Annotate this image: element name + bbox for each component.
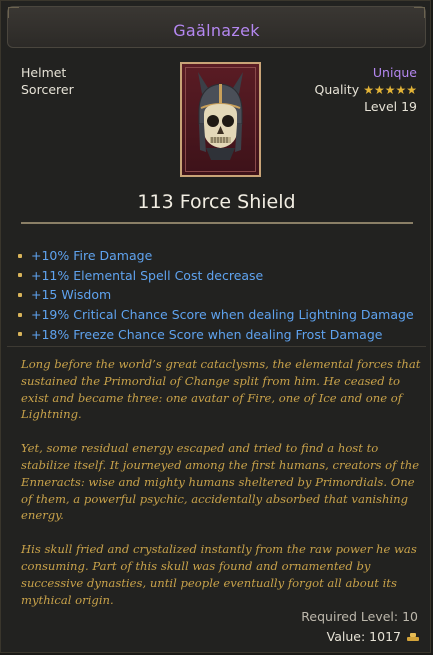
bullet-icon <box>18 312 22 317</box>
lore-paragraph: Yet, some residual energy escaped and tr… <box>21 441 420 523</box>
bullet-icon <box>18 292 22 297</box>
modifier-text: +10% Fire Damage <box>31 248 153 264</box>
item-slot: Helmet <box>21 65 67 80</box>
bullet-icon <box>18 273 22 278</box>
item-portrait <box>180 62 261 177</box>
bullet-icon <box>18 253 22 258</box>
modifier-item: +18% Freeze Chance Score when dealing Fr… <box>18 324 414 344</box>
modifier-item: +11% Elemental Spell Cost decrease <box>18 266 414 286</box>
modifier-list: +10% Fire Damage +11% Elemental Spell Co… <box>18 246 414 344</box>
title-corner-left <box>8 7 19 18</box>
modifier-item: +15 Wisdom <box>18 285 414 305</box>
item-level: Level 19 <box>364 99 417 114</box>
quality-row: Quality ★★★★★ <box>315 82 417 97</box>
item-rarity: Unique <box>372 65 417 80</box>
lore-text: Long before the world’s great cataclysms… <box>21 356 421 625</box>
quality-stars-icon: ★★★★★ <box>363 82 417 97</box>
value-text: Value: 1017 <box>326 629 401 644</box>
item-name: Gaälnazek <box>173 21 260 40</box>
item-value: Value: 1017 <box>327 629 419 644</box>
lore-paragraph: His skull fried and crystalized instantl… <box>21 542 417 607</box>
quality-label: Quality <box>314 82 360 97</box>
required-level: Required Level: 10 <box>301 609 418 624</box>
modifier-text: +18% Freeze Chance Score when dealing Fr… <box>31 326 383 342</box>
section-divider <box>7 346 426 347</box>
lore-paragraph: Long before the world’s great cataclysms… <box>21 357 421 422</box>
modifier-text: +19% Critical Chance Score when dealing … <box>31 307 414 323</box>
item-tooltip: Gaälnazek Helmet Sorcerer Unique Quality… <box>0 0 431 653</box>
title-bar: Gaälnazek <box>7 6 426 48</box>
modifier-text: +15 Wisdom <box>31 287 112 303</box>
modifier-item: +10% Fire Damage <box>18 246 414 266</box>
title-corner-right <box>414 7 425 18</box>
skull-helmet-icon <box>198 72 243 160</box>
bullet-icon <box>18 332 22 337</box>
modifier-text: +11% Elemental Spell Cost decrease <box>31 267 264 283</box>
modifier-item: +19% Critical Chance Score when dealing … <box>18 305 414 325</box>
divider <box>21 222 413 224</box>
item-class: Sorcerer <box>21 82 74 97</box>
force-shield-value: 113 Force Shield <box>137 191 296 213</box>
gold-coins-icon <box>407 632 419 641</box>
